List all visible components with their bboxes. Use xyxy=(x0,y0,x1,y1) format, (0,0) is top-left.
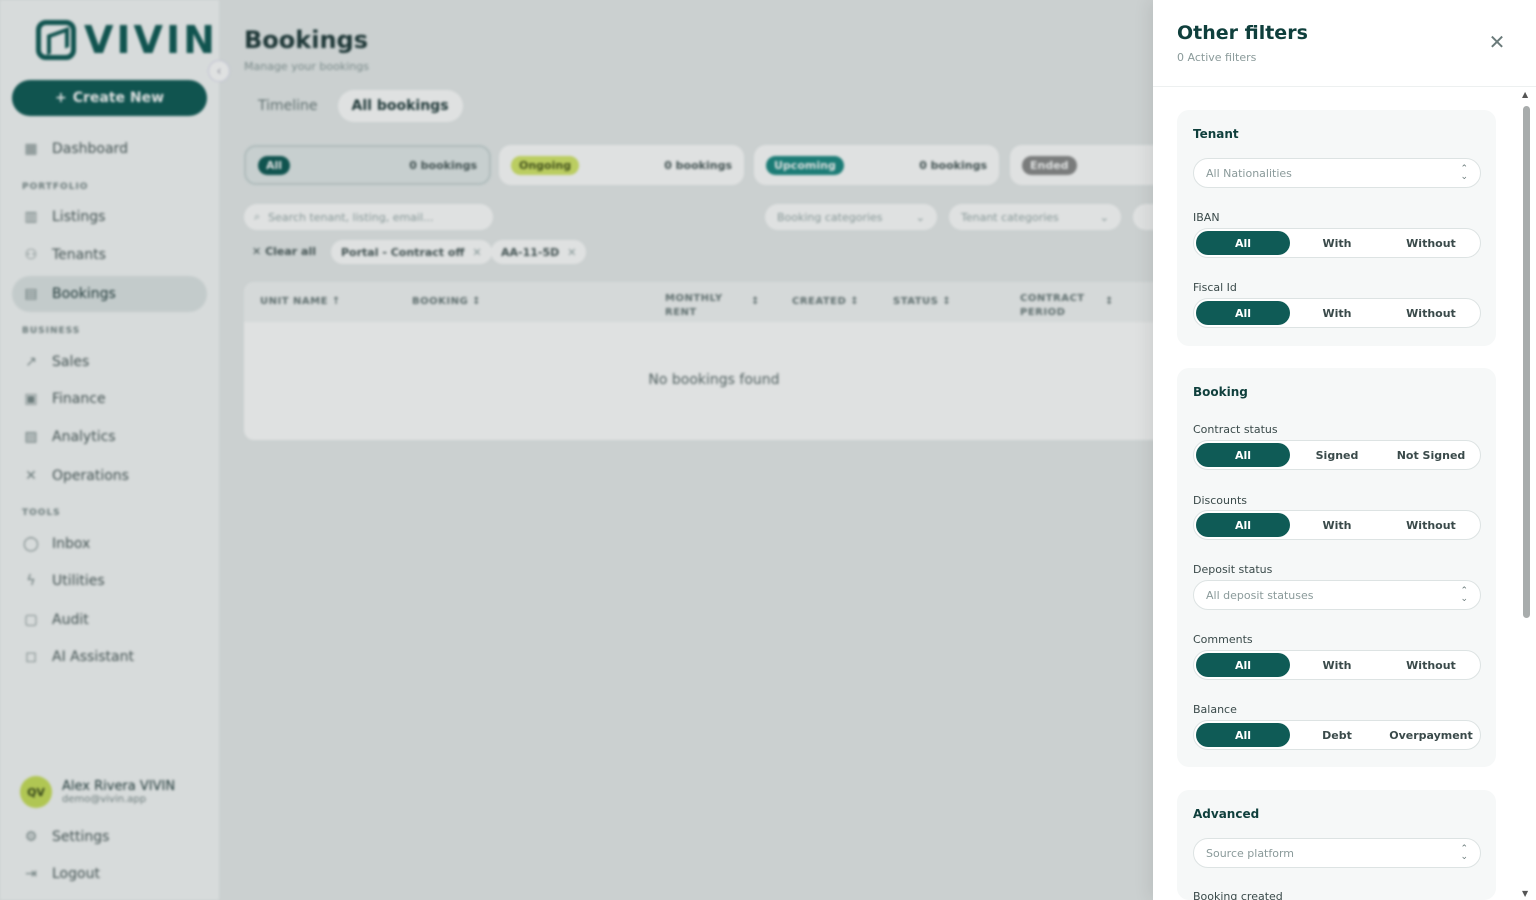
close-icon: ✕ xyxy=(1488,30,1506,54)
scrollbar[interactable]: ▲ ▼ xyxy=(1522,90,1530,898)
contract-status-segmented-control: All Signed Not Signed xyxy=(1193,440,1481,470)
chevron-up-down-icon: ⌃ ⌄ xyxy=(1460,164,1468,182)
iban-segmented-control: All With Without xyxy=(1193,228,1481,258)
balance-option-overpayment[interactable]: Overpayment xyxy=(1384,723,1478,747)
fiscal-option-without[interactable]: Without xyxy=(1384,301,1478,325)
field-label: Balance xyxy=(1193,703,1237,716)
discounts-option-with[interactable]: With xyxy=(1290,513,1384,537)
contract-option-not-signed[interactable]: Not Signed xyxy=(1384,443,1478,467)
scroll-up-icon[interactable]: ▲ xyxy=(1522,90,1528,99)
source-platform-select[interactable]: Source platform ⌃ ⌄ xyxy=(1193,838,1481,868)
balance-option-all[interactable]: All xyxy=(1196,723,1290,747)
field-label: IBAN xyxy=(1193,211,1220,224)
comments-option-with[interactable]: With xyxy=(1290,653,1384,677)
comments-option-all[interactable]: All xyxy=(1196,653,1290,677)
group-title: Booking xyxy=(1193,385,1248,399)
filters-panel: Other filters 0 Active filters ✕ ▲ ▼ Ten… xyxy=(1153,0,1536,900)
field-label: Contract status xyxy=(1193,423,1278,436)
nationality-select[interactable]: All Nationalities ⌃ ⌄ xyxy=(1193,158,1481,188)
chevron-up-down-icon: ⌃ ⌄ xyxy=(1460,586,1468,604)
contract-option-all[interactable]: All xyxy=(1196,443,1290,467)
field-label: Discounts xyxy=(1193,494,1248,507)
booking-filter-group: Booking Contract status All Signed Not S… xyxy=(1177,368,1496,767)
discounts-segmented-control: All With Without xyxy=(1193,510,1481,540)
comments-option-without[interactable]: Without xyxy=(1384,653,1478,677)
chevron-up-down-icon: ⌃ ⌄ xyxy=(1460,844,1468,862)
fiscal-option-all[interactable]: All xyxy=(1196,301,1290,325)
advanced-filter-group: Advanced Source platform ⌃ ⌄ Booking crea… xyxy=(1177,790,1496,900)
iban-option-with[interactable]: With xyxy=(1290,231,1384,255)
balance-option-debt[interactable]: Debt xyxy=(1290,723,1384,747)
scrollbar-thumb[interactable] xyxy=(1523,106,1530,618)
field-label: Comments xyxy=(1193,633,1253,646)
group-title: Tenant xyxy=(1193,127,1239,141)
close-panel-button[interactable]: ✕ xyxy=(1487,32,1507,52)
comments-segmented-control: All With Without xyxy=(1193,650,1481,680)
scroll-down-icon[interactable]: ▼ xyxy=(1522,889,1528,898)
field-label: Fiscal Id xyxy=(1193,281,1237,294)
select-value: All deposit statuses xyxy=(1206,588,1314,602)
deposit-status-select[interactable]: All deposit statuses ⌃ ⌄ xyxy=(1193,580,1481,610)
group-title: Advanced xyxy=(1193,807,1260,821)
fiscal-option-with[interactable]: With xyxy=(1290,301,1384,325)
discounts-option-all[interactable]: All xyxy=(1196,513,1290,537)
divider xyxy=(1153,86,1536,87)
iban-option-without[interactable]: Without xyxy=(1384,231,1478,255)
field-label: Booking created xyxy=(1193,890,1283,900)
active-filters-count: 0 Active filters xyxy=(1177,51,1257,64)
select-value: All Nationalities xyxy=(1206,166,1292,180)
field-label: Deposit status xyxy=(1193,563,1273,576)
discounts-option-without[interactable]: Without xyxy=(1384,513,1478,537)
select-value: Source platform xyxy=(1206,846,1295,860)
iban-option-all[interactable]: All xyxy=(1196,231,1290,255)
tenant-filter-group: Tenant All Nationalities ⌃ ⌄ IBAN All Wit… xyxy=(1177,110,1496,346)
app-root: VIVIN ‹ + Create New ▦ Dashboard PORTFOL… xyxy=(0,0,1536,900)
balance-segmented-control: All Debt Overpayment xyxy=(1193,720,1481,750)
fiscal-id-segmented-control: All With Without xyxy=(1193,298,1481,328)
panel-title: Other filters xyxy=(1177,22,1308,44)
contract-option-signed[interactable]: Signed xyxy=(1290,443,1384,467)
modal-overlay[interactable] xyxy=(0,0,1153,900)
